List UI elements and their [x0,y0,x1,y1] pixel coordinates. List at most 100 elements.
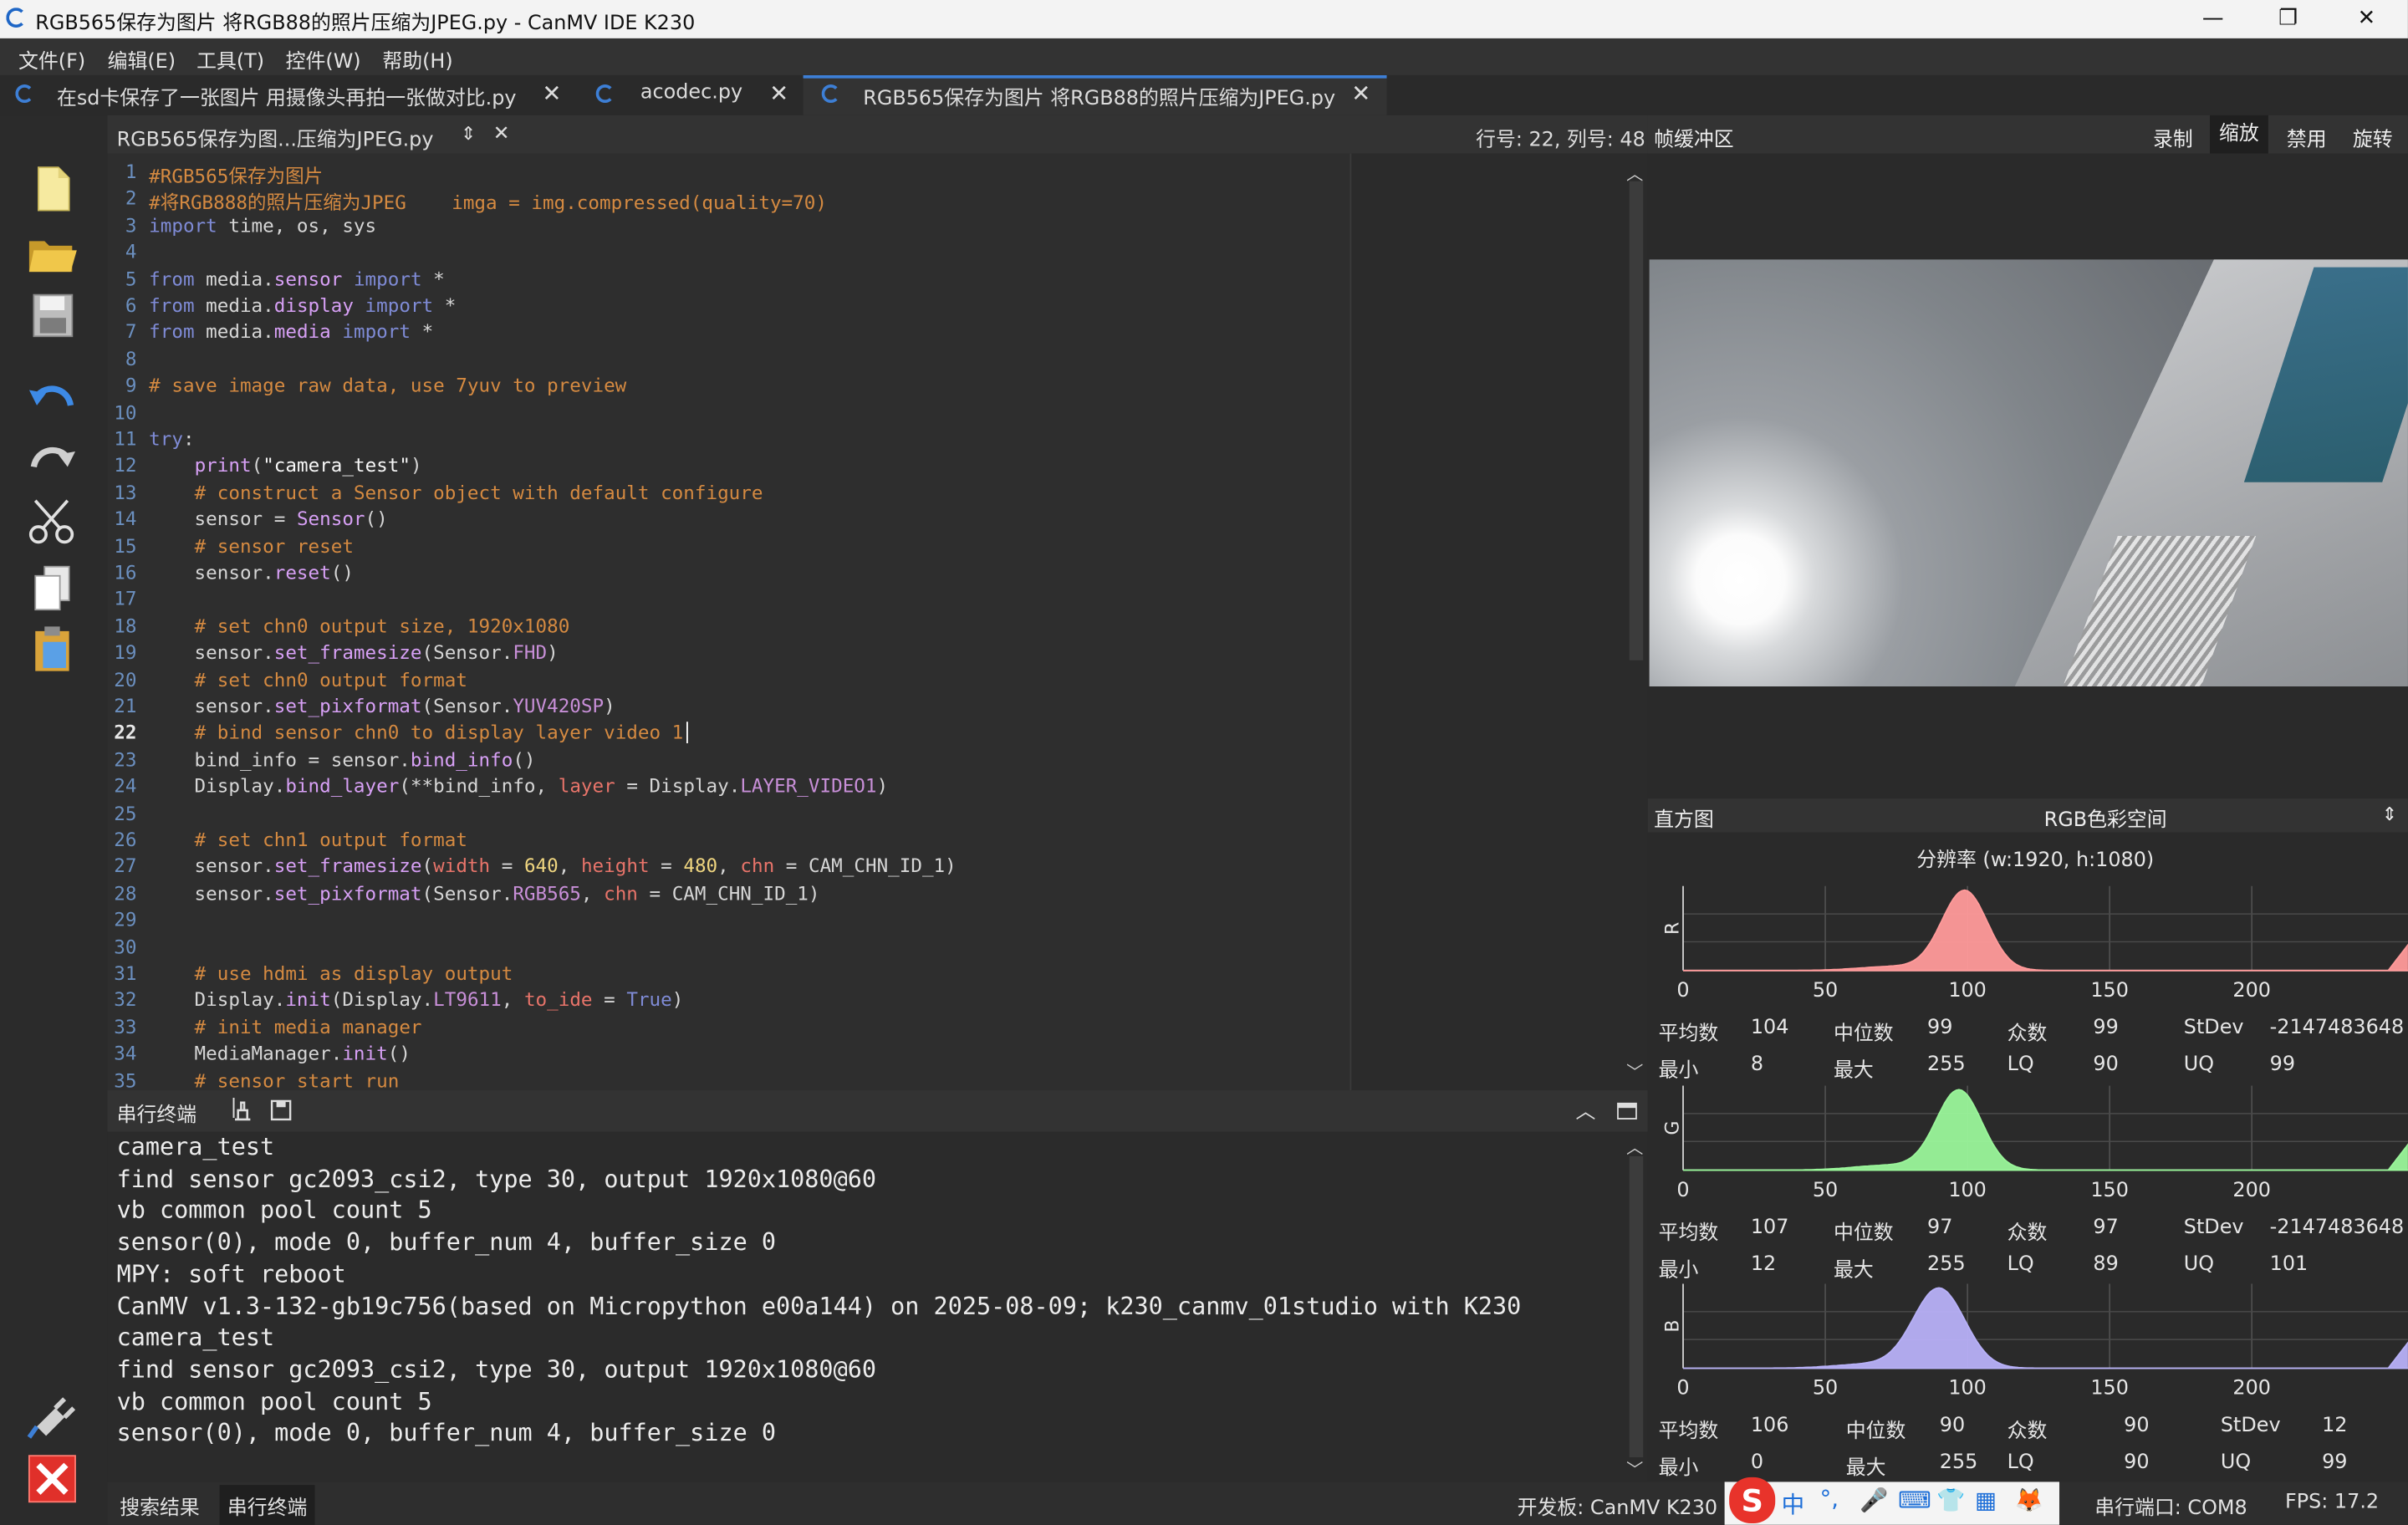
terminal-collapse-icon[interactable]: ︿ [1575,1095,1595,1125]
file-selector[interactable]: RGB565保存为图...压缩为JPEG.py [117,123,434,152]
menu-edit[interactable]: 编辑(E) [108,44,176,74]
code-line[interactable]: sensor.set_framesize(Sensor.FHD) [149,642,559,664]
code-line[interactable]: # set chn0 output format [149,669,467,691]
close-window-button[interactable]: ✕ [2331,0,2401,38]
terminal-scroll-thumb[interactable] [1629,1156,1644,1458]
terminal-save-icon[interactable] [270,1099,292,1121]
ime-language-icon[interactable]: 中 [1782,1488,1805,1521]
ime-toolbox-icon[interactable]: ▦ [1975,1487,1997,1514]
code-line[interactable]: from media.display import * [149,295,456,317]
code-line[interactable]: # set chn0 output size, 1920x1080 [149,615,570,637]
serial-terminal[interactable]: camera_test find sensor gc2093_csi2, type… [107,1131,1625,1482]
terminal-clear-icon[interactable] [231,1099,255,1124]
menu-widgets[interactable]: 控件(W) [286,44,361,74]
code-line[interactable]: sensor.set_framesize(width = 640, height… [149,856,957,878]
scroll-down-icon[interactable]: ﹀ [1626,1457,1643,1482]
menu-tools[interactable]: 工具(T) [196,44,264,74]
ime-mascot-icon[interactable]: 🦊 [2015,1487,2043,1514]
stop-run-icon[interactable] [22,1451,83,1507]
file-selector-arrows-icon[interactable]: ⇕ [461,123,476,145]
line-number: 12 [114,455,137,477]
scroll-down-icon[interactable]: ﹀ [1626,1059,1643,1084]
redo-icon[interactable] [22,430,83,485]
ime-toolbar: S 中 °, 🎤 ⌨ 👕 ▦ 🦊 [1724,1477,2060,1525]
tab-search-results[interactable]: 搜索结果 [120,1491,200,1521]
tab-close-icon[interactable]: ✕ [1351,80,1370,108]
code-line[interactable]: sensor.reset() [149,562,354,584]
tab-rgb565-active[interactable]: RGB565保存为图片 将RGB88的照片压缩为JPEG.py ✕ [803,74,1387,115]
zoom-button[interactable]: 缩放 [2210,115,2268,154]
code-line[interactable]: sensor = Sensor() [149,508,388,530]
colorspace-arrows-icon[interactable]: ⇕ [2382,803,2397,825]
tick-label: 0 [1676,1376,1689,1400]
code-line[interactable]: print("camera_test") [149,455,422,477]
uq-label: UQ [2183,1053,2215,1077]
code-line[interactable]: # bind sensor chn0 to display layer vide… [149,722,688,744]
new-file-icon[interactable] [22,161,83,217]
colorspace-select[interactable]: RGB色彩空间 [2044,803,2167,833]
ime-logo-icon[interactable]: S [1729,1477,1776,1524]
rotate-button[interactable]: 旋转 [2353,123,2393,152]
code-line[interactable]: sensor.set_pixformat(Sensor.YUV420SP) [149,696,615,717]
code-line[interactable]: # sensor reset [149,535,354,557]
paste-icon[interactable] [22,622,83,677]
minimize-button[interactable]: — [2177,0,2247,38]
code-line[interactable]: Display.bind_layer(**bind_info, layer = … [149,776,889,798]
tab-sd-card-file[interactable]: 在sd卡保存了一张图片 用摄像头再拍一张做对比.py ✕ [0,75,578,115]
code-line[interactable]: try: [149,428,194,450]
code-line[interactable]: from media.media import * [149,322,433,344]
menu-help[interactable]: 帮助(H) [382,44,452,74]
line-number: 2 [125,187,137,210]
terminal-float-icon[interactable] [1617,1102,1637,1120]
tab-serial-terminal[interactable]: 串行终端 [219,1485,315,1525]
code-line[interactable]: import time, os, sys [149,215,376,237]
code-line[interactable]: Display.init(Display.LT9611, to_ide = Tr… [149,990,684,1012]
line-number: 34 [114,1043,137,1065]
code-line[interactable]: from media.sensor import * [149,268,445,290]
terminal-line: find sensor gc2093_csi2, type 30, output… [116,1165,877,1193]
ime-voice-icon[interactable]: 🎤 [1860,1487,1888,1514]
connect-plug-icon[interactable] [22,1387,83,1442]
record-button[interactable]: 录制 [2153,123,2193,152]
lq-value: 90 [2093,1053,2119,1077]
code-line[interactable]: # sensor start run [149,1069,400,1090]
code-line[interactable]: # set chn1 output format [149,829,467,851]
terminal-scrollbar[interactable]: ︿ ﹀ [1625,1131,1648,1482]
python-file-icon [15,84,34,104]
code-line[interactable]: #RGB565保存为图片 [149,161,323,189]
code-line[interactable]: bind_info = sensor.bind_info() [149,749,536,771]
cut-icon[interactable] [22,494,83,549]
editor-scroll-thumb[interactable] [1629,181,1644,660]
editor-scrollbar[interactable]: ︿ ﹀ [1625,153,1648,1091]
code-line[interactable]: sensor.set_pixformat(Sensor.RGB565, chn … [149,883,820,905]
open-folder-icon[interactable] [22,226,83,281]
ime-punctuation-icon[interactable]: °, [1819,1485,1839,1512]
max-label: 最大 [1845,1457,1886,1481]
undo-icon[interactable] [22,369,83,424]
ime-skin-icon[interactable]: 👕 [1936,1487,1965,1514]
code-line[interactable]: # init media manager [149,1017,422,1038]
copy-icon[interactable] [22,560,83,615]
code-line[interactable]: #将RGB888的照片压缩为JPEG imga = img.compressed… [149,188,827,216]
code-line[interactable]: # construct a Sensor object with default… [149,482,763,503]
code-line[interactable]: # use hdmi as display output [149,963,513,985]
restore-button[interactable]: ❐ [2252,0,2323,38]
code-line[interactable]: MediaManager.init() [149,1043,411,1064]
ime-keyboard-icon[interactable]: ⌨ [1898,1487,1931,1514]
disable-button[interactable]: 禁用 [2287,123,2327,152]
terminal-line: vb common pool count 5 [116,1387,432,1415]
menu-file[interactable]: 文件(F) [18,44,85,74]
line-number: 21 [114,696,137,717]
editor-minimap [1349,153,1627,1091]
tab-close-icon[interactable]: ✕ [769,80,788,108]
save-icon[interactable] [22,287,83,342]
close-file-button[interactable]: ✕ [493,123,510,146]
tick-label: 50 [1813,1376,1838,1400]
stdev-label: StDev [2183,1016,2244,1040]
tab-close-icon[interactable]: ✕ [542,80,561,108]
code-line[interactable]: # save image raw data, use 7yuv to previ… [149,375,626,396]
tick-label: 0 [1676,1178,1689,1201]
framebuffer-title: 帧缓冲区 [1654,129,1734,152]
tab-acodec[interactable]: acodec.py ✕ [578,75,804,115]
uq-label: UQ [2183,1252,2215,1277]
